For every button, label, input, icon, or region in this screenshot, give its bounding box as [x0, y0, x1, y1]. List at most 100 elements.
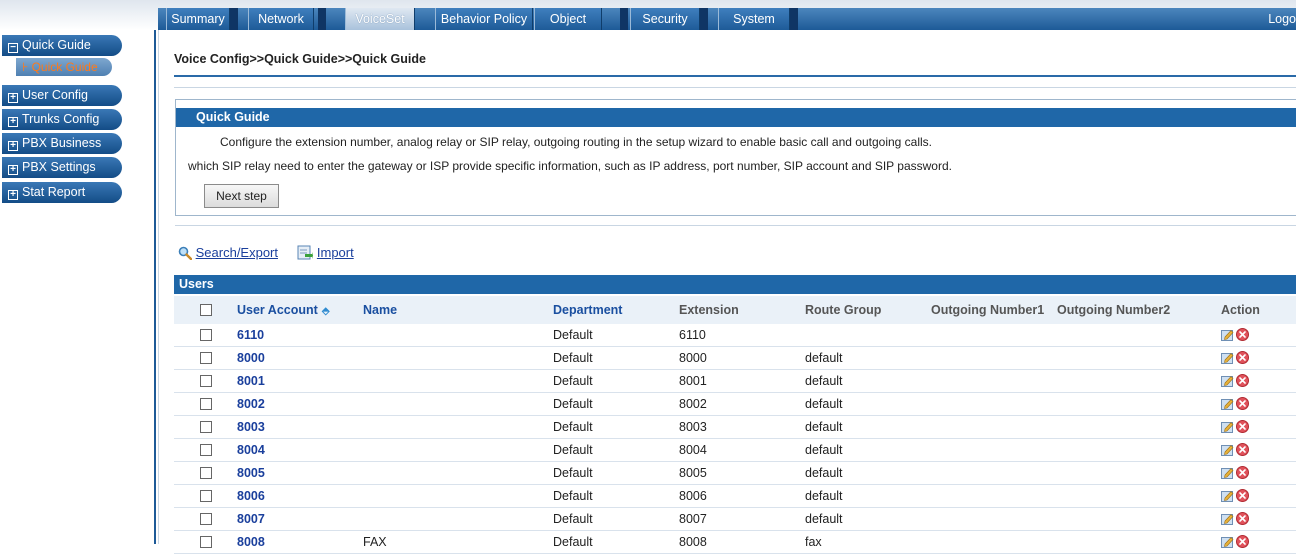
row-actions [1221, 485, 1296, 508]
delete-icon[interactable] [1236, 397, 1249, 410]
collapse-icon: − [8, 43, 18, 53]
edit-icon[interactable] [1221, 490, 1234, 502]
cell-outgoing2 [1057, 508, 1221, 531]
table-row: 8006 Default 8006 default [174, 485, 1296, 508]
tab-security[interactable]: Security [630, 8, 700, 30]
cell-outgoing2 [1057, 462, 1221, 485]
user-account-link[interactable]: 8005 [237, 462, 363, 485]
edit-icon[interactable] [1221, 398, 1234, 410]
edit-icon[interactable] [1221, 329, 1234, 341]
row-select-cell [174, 485, 237, 508]
sidebar-item-pbx-settings[interactable]: + PBX Settings [2, 157, 122, 178]
table-header-row: User Account ⬘ Name Department Extension … [174, 296, 1296, 324]
user-account-link[interactable]: 8008 [237, 531, 363, 554]
cell-outgoing1 [931, 370, 1057, 393]
next-step-button[interactable]: Next step [204, 184, 279, 208]
user-account-link[interactable]: 8002 [237, 393, 363, 416]
cell-route-group: default [805, 512, 843, 526]
sidebar-item-pbx-business[interactable]: + PBX Business [2, 133, 122, 154]
row-checkbox[interactable] [200, 398, 212, 410]
row-checkbox[interactable] [200, 490, 212, 502]
user-account-link[interactable]: 8000 [237, 347, 363, 370]
edit-icon[interactable] [1221, 421, 1234, 433]
cell-route-group: default [805, 489, 843, 503]
row-select-cell [174, 324, 237, 347]
tab-summary[interactable]: Summary [166, 8, 230, 30]
user-account-link[interactable]: 6110 [237, 324, 363, 347]
sidebar-item-trunks-config[interactable]: + Trunks Config [2, 109, 122, 130]
table-row: 6110 Default 6110 [174, 324, 1296, 347]
delete-icon[interactable] [1236, 374, 1249, 387]
user-account-link[interactable]: 8003 [237, 416, 363, 439]
search-export-link[interactable]: Search/Export [196, 245, 278, 260]
edit-icon[interactable] [1221, 375, 1234, 387]
user-account-link[interactable]: 8006 [237, 485, 363, 508]
user-account-link[interactable]: 8004 [237, 439, 363, 462]
tab-behavior-policy[interactable]: Behavior Policy [435, 8, 533, 30]
row-actions [1221, 531, 1296, 554]
cell-department: Default [553, 397, 593, 411]
magnifier-icon [178, 246, 193, 263]
edit-icon[interactable] [1221, 513, 1234, 525]
column-header-department[interactable]: Department [553, 296, 679, 324]
sidebar-item-stat-report[interactable]: + Stat Report [2, 182, 122, 203]
row-checkbox[interactable] [200, 375, 212, 387]
column-header-name[interactable]: Name [363, 296, 553, 324]
row-actions [1221, 347, 1296, 370]
sidebar-item-quick-guide[interactable]: − Quick Guide [2, 35, 122, 56]
delete-icon[interactable] [1236, 466, 1249, 479]
user-account-link[interactable]: 8001 [237, 370, 363, 393]
delete-icon[interactable] [1236, 420, 1249, 433]
select-all-checkbox[interactable] [200, 304, 212, 316]
cell-outgoing1 [931, 439, 1057, 462]
tab-object[interactable]: Object [534, 8, 602, 30]
cell-outgoing2 [1057, 393, 1221, 416]
delete-icon[interactable] [1236, 535, 1249, 548]
tab-voiceset[interactable]: VoiceSet [345, 8, 415, 30]
row-checkbox[interactable] [200, 444, 212, 456]
row-checkbox[interactable] [200, 329, 212, 341]
edit-icon[interactable] [1221, 444, 1234, 456]
user-account-link[interactable]: 8007 [237, 508, 363, 531]
edit-icon[interactable] [1221, 467, 1234, 479]
cell-outgoing2 [1057, 416, 1221, 439]
row-select-cell [174, 439, 237, 462]
sidebar-item-user-config[interactable]: + User Config [2, 85, 122, 106]
delete-icon[interactable] [1236, 443, 1249, 456]
row-checkbox[interactable] [200, 513, 212, 525]
users-table: User Account ⬘ Name Department Extension … [174, 296, 1296, 554]
sidebar-item-label: PBX Settings [22, 160, 96, 174]
logout-link[interactable]: Logo [1268, 8, 1296, 30]
cell-department: Default [553, 328, 593, 342]
row-checkbox[interactable] [200, 421, 212, 433]
delete-icon[interactable] [1236, 351, 1249, 364]
tab-system[interactable]: System [718, 8, 790, 30]
tab-network[interactable]: Network [248, 8, 314, 30]
table-row: 8004 Default 8004 default [174, 439, 1296, 462]
cell-department: Default [553, 466, 593, 480]
expand-icon: + [8, 190, 18, 200]
cell-name [363, 439, 553, 462]
column-header-action: Action [1221, 303, 1260, 317]
column-header-user-account[interactable]: User Account ⬘ [237, 296, 363, 324]
sidebar-border [158, 30, 159, 544]
delete-icon[interactable] [1236, 328, 1249, 341]
delete-icon[interactable] [1236, 489, 1249, 502]
row-checkbox[interactable] [200, 536, 212, 548]
import-link[interactable]: Import [317, 245, 354, 260]
row-checkbox[interactable] [200, 467, 212, 479]
column-header-extension: Extension [679, 303, 739, 317]
sort-up-arrow-icon[interactable]: ⬘ [322, 306, 330, 317]
cell-outgoing1 [931, 416, 1057, 439]
sidebar-subitem-quick-guide[interactable]: ⊦ Quick Guide [16, 58, 112, 76]
cell-department: Default [553, 512, 593, 526]
cell-name [363, 347, 553, 370]
cell-route-group: default [805, 443, 843, 457]
cell-extension: 8004 [679, 443, 707, 457]
edit-icon[interactable] [1221, 352, 1234, 364]
table-row: 8003 Default 8003 default [174, 416, 1296, 439]
row-checkbox[interactable] [200, 352, 212, 364]
delete-icon[interactable] [1236, 512, 1249, 525]
edit-icon[interactable] [1221, 536, 1234, 548]
cell-department: Default [553, 374, 593, 388]
